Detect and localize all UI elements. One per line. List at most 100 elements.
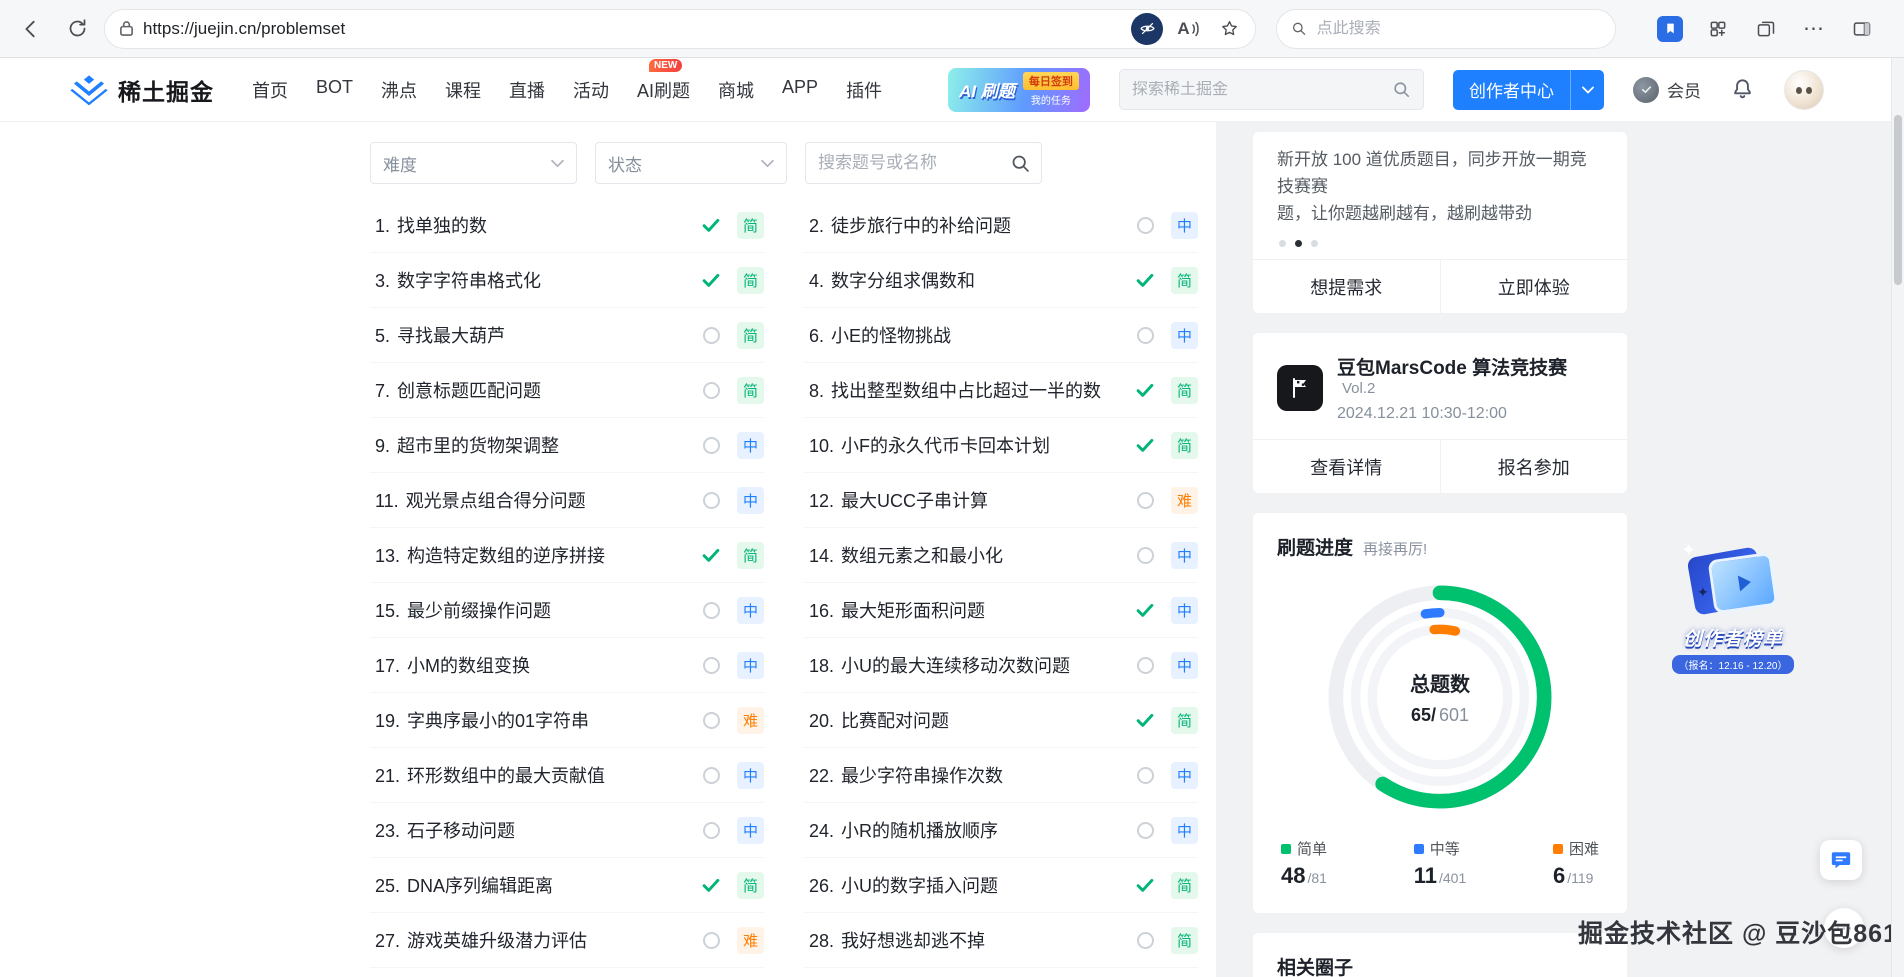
problem-row[interactable]: 12. 最大UCC子串计算 难 — [804, 473, 1198, 528]
carousel-dot[interactable] — [1279, 240, 1286, 247]
problem-row[interactable]: 18. 小U的最大连续移动次数问题 中 — [804, 638, 1198, 693]
problem-row[interactable]: 2. 徒步旅行中的补给问题 中 — [804, 198, 1198, 253]
notifications-bell-icon[interactable] — [1730, 77, 1755, 102]
site-logo[interactable]: 稀土掘金 — [70, 73, 214, 107]
refresh-button[interactable] — [58, 10, 96, 48]
status-icon — [699, 708, 723, 732]
try-now-button[interactable]: 立即体验 — [1440, 260, 1628, 313]
nav-item[interactable]: 沸点 — [379, 73, 419, 107]
contest-detail-button[interactable]: 查看详情 — [1253, 440, 1440, 493]
problem-title: 最少字符串操作次数 — [841, 762, 1003, 788]
nav-item[interactable]: APP — [780, 73, 820, 107]
problem-row[interactable]: 4. 数字分组求偶数和 简 — [804, 253, 1198, 308]
address-bar[interactable]: https://juejin.cn/problemset A — [104, 9, 1256, 49]
donut-center-label: 总题数 — [1410, 668, 1470, 697]
difficulty-badge: 中 — [737, 762, 764, 789]
problem-row[interactable]: 3. 数字字符串格式化 简 — [370, 253, 764, 308]
site-search-input[interactable] — [1132, 81, 1384, 99]
problem-row[interactable]: 19. 字典序最小的01字符串 难 — [370, 693, 764, 748]
difficulty-badge: 难 — [737, 927, 764, 954]
collections-icon[interactable] — [1750, 13, 1782, 45]
member-button[interactable]: 会员 — [1633, 77, 1701, 103]
problem-row[interactable]: 27. 游戏英雄升级潜力评估 难 — [370, 913, 764, 968]
circle-icon — [703, 932, 720, 949]
difficulty-badge: 中 — [1171, 652, 1198, 679]
browser-more-icon[interactable]: ⋯ — [1798, 13, 1830, 45]
creator-leaderboard-badge[interactable]: ✦ ✦ 创作者榜单 （报名：12.16 - 12.20） — [1668, 544, 1798, 674]
status-icon — [699, 433, 723, 457]
difficulty-badge: 简 — [737, 212, 764, 239]
problem-title: 游戏英雄升级潜力评估 — [407, 927, 587, 953]
carousel-dot[interactable] — [1311, 240, 1318, 247]
user-avatar[interactable] — [1784, 70, 1824, 110]
search-icon[interactable] — [1010, 153, 1031, 174]
chat-button[interactable] — [1820, 840, 1862, 880]
problem-row[interactable]: 5. 寻找最大葫芦 简 — [370, 308, 764, 363]
problem-title: 找出整型数组中占比超过一半的数 — [831, 377, 1101, 403]
site-search-box[interactable] — [1119, 69, 1424, 110]
browser-search-input[interactable] — [1317, 20, 1601, 38]
favorite-star-icon[interactable] — [1213, 13, 1245, 45]
difficulty-badge: 中 — [1171, 817, 1198, 844]
related-circles-title: 相关圈子 — [1277, 953, 1603, 977]
problem-row[interactable]: 21. 环形数组中的最大贡献值 中 — [370, 748, 764, 803]
check-icon — [1134, 379, 1156, 401]
nav-item[interactable]: 商城 — [716, 73, 756, 107]
bookmark-extension-icon[interactable] — [1654, 13, 1686, 45]
difficulty-select[interactable]: 难度 — [370, 142, 577, 184]
problem-row[interactable]: 22. 最少字符串操作次数 中 — [804, 748, 1198, 803]
problem-row[interactable]: 26. 小U的数字插入问题 简 — [804, 858, 1198, 913]
search-icon[interactable] — [1392, 80, 1411, 99]
problem-row[interactable]: 14. 数组元素之和最小化 中 — [804, 528, 1198, 583]
problem-row[interactable]: 11. 观光景点组合得分问题 中 — [370, 473, 764, 528]
problem-row[interactable]: 16. 最大矩形面积问题 中 — [804, 583, 1198, 638]
feedback-button[interactable]: 想提需求 — [1253, 260, 1440, 313]
problem-search-box[interactable] — [805, 142, 1042, 184]
problem-row[interactable]: 1. 找单独的数 简 — [370, 198, 764, 253]
page-scrollbar[interactable] — [1891, 58, 1904, 977]
nav-item[interactable]: AI刷题 NEW — [635, 73, 692, 107]
status-select[interactable]: 状态 — [595, 142, 787, 184]
tracking-prevention-icon[interactable] — [1131, 13, 1163, 45]
read-aloud-icon[interactable]: A — [1172, 13, 1204, 45]
nav-item[interactable]: 首页 — [250, 73, 290, 107]
problem-row[interactable]: 9. 超市里的货物架调整 中 — [370, 418, 764, 473]
nav-item[interactable]: 课程 — [443, 73, 483, 107]
contest-signup-button[interactable]: 报名参加 — [1440, 440, 1628, 493]
problem-number: 3. — [375, 271, 390, 292]
nav-item[interactable]: BOT — [314, 73, 355, 107]
problem-row[interactable]: 20. 比赛配对问题 简 — [804, 693, 1198, 748]
sidebar-panel-icon[interactable] — [1846, 13, 1878, 45]
difficulty-badge: 简 — [1171, 872, 1198, 899]
problem-row[interactable]: 7. 创意标题匹配问题 简 — [370, 363, 764, 418]
difficulty-badge: 简 — [737, 377, 764, 404]
back-button[interactable] — [12, 10, 50, 48]
problem-row[interactable]: 25. DNA序列编辑距离 简 — [370, 858, 764, 913]
problem-number: 22. — [809, 766, 834, 787]
problem-row[interactable]: 17. 小M的数组变换 中 — [370, 638, 764, 693]
nav-item[interactable]: 活动 — [571, 73, 611, 107]
carousel-dot-active[interactable] — [1295, 240, 1302, 247]
nav-item[interactable]: 直播 — [507, 73, 547, 107]
difficulty-badge: 中 — [737, 652, 764, 679]
problem-number: 11. — [375, 491, 399, 512]
problem-row[interactable]: 8. 找出整型数组中占比超过一半的数 简 — [804, 363, 1198, 418]
problem-row[interactable]: 6. 小E的怪物挑战 中 — [804, 308, 1198, 363]
nav-item[interactable]: 插件 — [844, 73, 884, 107]
difficulty-badge: 中 — [1171, 322, 1198, 349]
problem-row[interactable]: 10. 小F的永久代币卡回本计划 简 — [804, 418, 1198, 473]
scrollbar-thumb[interactable] — [1894, 115, 1902, 285]
creator-center-button[interactable]: 创作者中心 — [1453, 70, 1604, 110]
legend-label: 中等 — [1430, 838, 1460, 859]
ai-practice-promo-banner[interactable]: AI 刷题 每日签到 我的任务 — [948, 68, 1090, 112]
problem-row[interactable]: 24. 小R的随机播放顺序 中 — [804, 803, 1198, 858]
difficulty-badge: 中 — [737, 487, 764, 514]
browser-search-box[interactable] — [1276, 9, 1616, 49]
problem-row[interactable]: 28. 我好想逃却逃不掉 简 — [804, 913, 1198, 968]
creator-center-dropdown[interactable] — [1570, 70, 1604, 110]
extensions-icon[interactable] — [1702, 13, 1734, 45]
problem-row[interactable]: 15. 最少前缀操作问题 中 — [370, 583, 764, 638]
problem-search-input[interactable] — [806, 143, 1041, 183]
problem-row[interactable]: 23. 石子移动问题 中 — [370, 803, 764, 858]
problem-row[interactable]: 13. 构造特定数组的逆序拼接 简 — [370, 528, 764, 583]
